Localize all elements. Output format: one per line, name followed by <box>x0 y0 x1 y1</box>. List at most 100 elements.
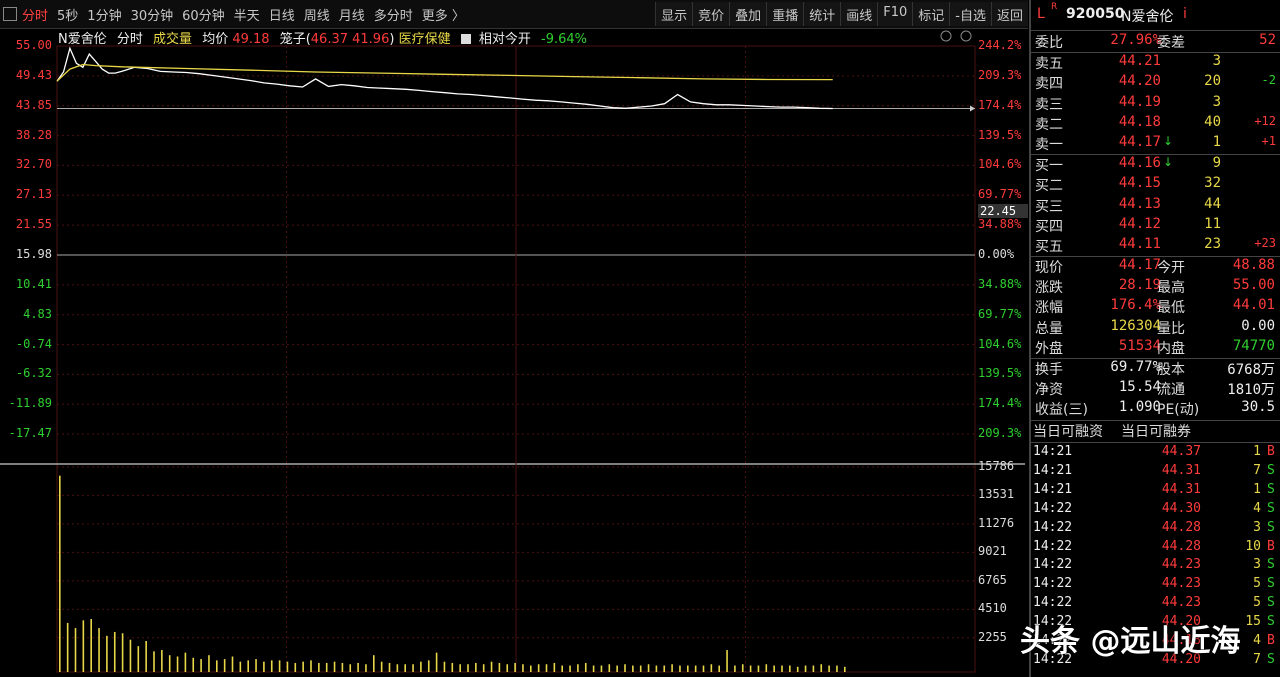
volume-bar <box>553 662 556 672</box>
down-arrow-icon: ↓ <box>1163 134 1174 149</box>
cursor-value-box: 22.45 <box>978 204 1028 218</box>
volume-bar <box>255 659 257 672</box>
order-level-label: 卖三 <box>1035 96 1063 113</box>
percent-axis-label: 69.77% <box>978 187 1022 202</box>
stat2-row: 收益(三) 1.090 PE(动) 30.5 <box>1031 399 1280 419</box>
volume-bar <box>514 662 516 672</box>
price-axis-label: 4.83 <box>23 306 52 321</box>
order-level-label: 买三 <box>1035 198 1063 215</box>
stat-label: 涨幅 <box>1035 300 1063 317</box>
percent-axis-label: 174.4% <box>978 97 1022 112</box>
order-volume: 3 <box>1212 53 1221 69</box>
order-price: 44.12 <box>1118 215 1161 232</box>
trade-row: 14:22 44.28 3 S <box>1031 520 1280 540</box>
volume-bar <box>153 651 155 672</box>
volume-bar <box>647 664 650 672</box>
current-price-marker-icon <box>970 105 975 112</box>
volume-bar <box>223 659 226 672</box>
order-change: +12 <box>1254 113 1276 128</box>
volume-bar <box>608 664 611 672</box>
stat-label: 现价 <box>1035 260 1063 276</box>
volume-axis-label: 4510 <box>978 601 1007 616</box>
volume-bar <box>545 664 548 672</box>
order-level-label: 卖五 <box>1035 56 1063 72</box>
stat-value: 1.090 <box>1118 399 1161 416</box>
volume-bar <box>357 662 359 672</box>
order-level-label: 卖一 <box>1035 137 1063 154</box>
stat-value: 55.00 <box>1232 277 1275 294</box>
checkbox-icon[interactable] <box>460 34 471 44</box>
stat-row: 现价 44.17 今开 48.88 <box>1031 257 1280 277</box>
volume-axis-label: 11276 <box>978 515 1015 530</box>
volume-axis-label: 2255 <box>978 629 1007 644</box>
volume-bar <box>74 628 77 672</box>
percent-axis-label: 104.6% <box>978 336 1022 351</box>
trade-time: 14:21 <box>1033 444 1073 459</box>
trade-side: B <box>1267 444 1275 459</box>
stat-label: 量比 <box>1157 320 1185 337</box>
volume-bar <box>820 664 823 672</box>
order-level-label: 卖四 <box>1035 76 1063 93</box>
weibi-value: 27.96% <box>1110 32 1161 48</box>
order-change: +1 <box>1261 134 1276 149</box>
volume-bar <box>82 620 85 672</box>
order-price: 44.16 <box>1118 155 1161 171</box>
price-axis-label: 32.70 <box>15 157 52 172</box>
sector-label[interactable]: 医疗保健 <box>399 32 451 47</box>
trade-time: 14:21 <box>1033 481 1073 497</box>
percent-axis-label: 139.5% <box>978 127 1022 142</box>
stat-row: 涨幅 176.4% 最低 44.01 <box>1031 297 1280 317</box>
avg-line <box>56 63 833 82</box>
stat-value: 51534 <box>1118 337 1161 354</box>
trade-volume: 5 <box>1253 576 1261 592</box>
stat-label: 收益(三) <box>1035 402 1088 419</box>
stat-row: 外盘 51534 内盘 74770 <box>1031 338 1280 358</box>
stat2-row: 净资 15.54 流通 1810万 <box>1031 379 1280 399</box>
margin-short-label[interactable]: 当日可融券 <box>1121 421 1191 441</box>
volume-bar <box>624 664 626 672</box>
volume-axis-label: 9021 <box>978 544 1007 559</box>
chart-mode: 分时 <box>116 32 143 47</box>
trade-row: 14:21 44.31 7 S <box>1031 463 1280 483</box>
trade-row: 14:22 44.23 5 S <box>1031 595 1280 615</box>
intraday-chart[interactable] <box>0 0 1028 677</box>
trade-volume: 1 <box>1253 481 1261 497</box>
bid-row: 买四 44.12 11 <box>1031 216 1280 236</box>
stat-value: 176.4% <box>1110 297 1161 314</box>
trade-side: S <box>1267 481 1275 497</box>
volume-bar <box>333 661 336 672</box>
order-level-label: 卖二 <box>1035 116 1063 133</box>
avg-price-value: 49.18 <box>232 32 270 47</box>
info-icon[interactable]: i <box>1183 6 1187 22</box>
volume-bar <box>781 665 783 672</box>
order-price: 44.19 <box>1118 93 1161 110</box>
percent-axis-label: 104.6% <box>978 157 1022 172</box>
price-axis-label: -17.47 <box>8 426 52 441</box>
volume-bar <box>459 664 461 672</box>
volume-bar <box>844 666 846 672</box>
volume-bar <box>184 652 187 672</box>
volume-bar <box>365 664 367 672</box>
volume-bar <box>294 662 297 672</box>
volume-bar <box>639 665 642 672</box>
volume-bar <box>200 659 202 672</box>
volume-bar <box>302 661 304 672</box>
volume-bar <box>59 475 61 672</box>
volume-bar <box>467 664 469 672</box>
volume-bar <box>694 665 697 672</box>
margin-row: 当日可融资 当日可融券 <box>1031 421 1280 441</box>
ask-row: 卖二 44.18 40 +12 <box>1031 114 1280 134</box>
percent-axis-label: 34.88% <box>978 276 1022 291</box>
order-price: 44.13 <box>1118 195 1161 212</box>
volume-bar <box>435 652 438 672</box>
volume-bar <box>537 664 540 672</box>
volume-bar <box>663 665 666 672</box>
order-volume: 11 <box>1204 215 1221 232</box>
order-level-label: 买四 <box>1035 218 1063 235</box>
margin-finance-label[interactable]: 当日可融资 <box>1033 421 1103 441</box>
volume-bar <box>176 656 179 672</box>
bid-row: 买三 44.13 44 <box>1031 196 1280 216</box>
volume-label: 成交量 <box>153 32 193 47</box>
volume-bar <box>278 660 281 672</box>
trade-row: 14:21 44.37 1 B <box>1031 444 1280 464</box>
